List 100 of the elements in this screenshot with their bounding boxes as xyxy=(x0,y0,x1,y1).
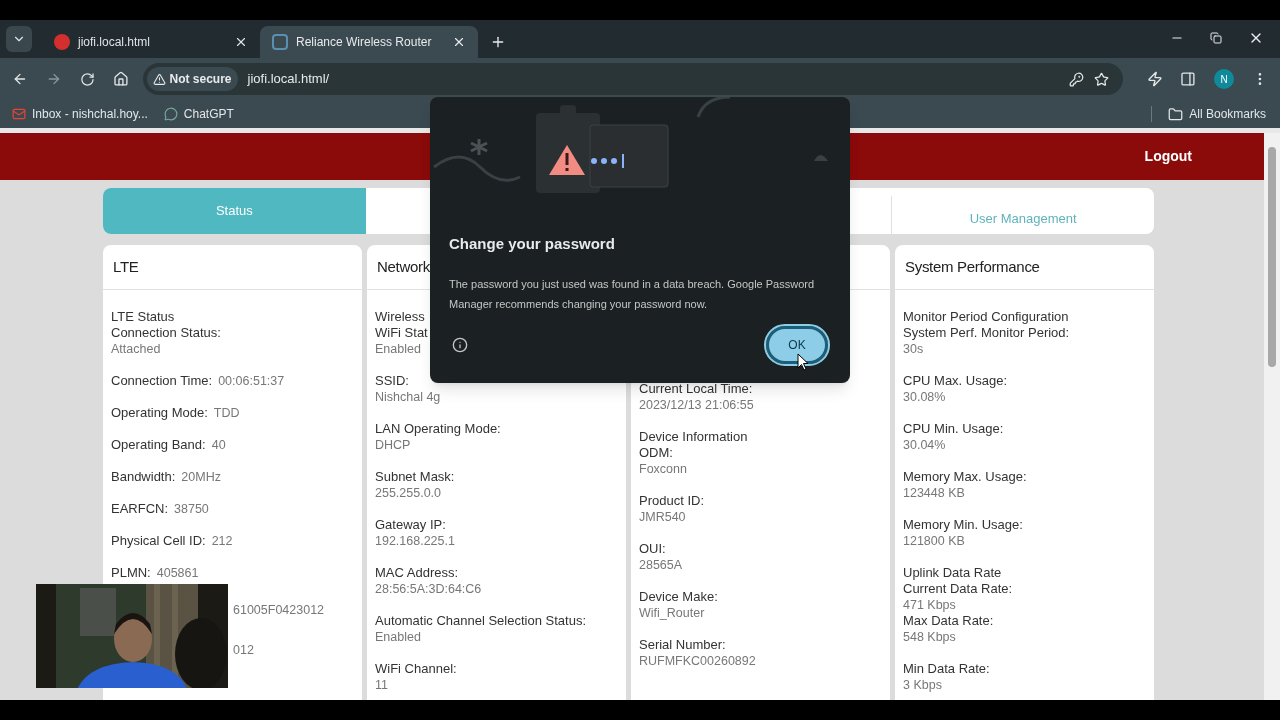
tab-search-button[interactable] xyxy=(6,26,32,52)
field-label: System Perf. Monitor Period: xyxy=(903,325,1070,341)
section-heading: Wireless xyxy=(375,309,425,325)
field-label: CPU Max. Usage: xyxy=(903,373,1008,389)
bookmark-star-icon[interactable] xyxy=(1093,71,1109,87)
field-value: 28565A xyxy=(639,557,683,573)
field-label: MAC Address: xyxy=(375,565,459,581)
field-value: JMR540 xyxy=(639,509,686,525)
field-label: Physical Cell ID: xyxy=(111,533,206,549)
field-label: CPU Min. Usage: xyxy=(903,421,1004,437)
field-value: 471 Kbps xyxy=(903,597,956,613)
field-label: EARFCN: xyxy=(111,501,169,517)
field-value: 61005F0423012 xyxy=(233,603,325,617)
field-value: 30.08% xyxy=(903,389,946,405)
browser-tab[interactable]: Reliance Wireless Router xyxy=(260,26,478,58)
field-value: 212 xyxy=(211,533,233,549)
warning-icon xyxy=(152,72,166,86)
info-icon[interactable] xyxy=(452,337,468,354)
side-panel-icon[interactable] xyxy=(1180,71,1197,87)
field-value: Wifi_Router xyxy=(639,605,705,621)
field-label: Operating Band: xyxy=(111,437,206,453)
field-label: WiFi Channel: xyxy=(375,661,457,677)
field-label: Gateway IP: xyxy=(375,517,446,533)
address-bar[interactable]: Not secure jiofi.local.html/ xyxy=(142,63,1123,95)
key-icon[interactable] xyxy=(1068,71,1084,87)
field-label: Memory Min. Usage: xyxy=(903,517,1023,533)
close-icon[interactable] xyxy=(452,35,466,49)
field-label: Operating Mode: xyxy=(111,405,208,421)
field-value: 20MHz xyxy=(181,469,221,485)
back-icon[interactable] xyxy=(12,71,28,87)
field-value: 012 xyxy=(233,643,254,657)
scrollbar-thumb[interactable] xyxy=(1268,147,1276,367)
field-value: 00:06:51:37 xyxy=(218,373,285,389)
field-label: Connection Status: xyxy=(111,325,221,341)
field-value: 40 xyxy=(211,437,226,453)
url-text: jiofi.local.html/ xyxy=(247,70,331,89)
field-value: DHCP xyxy=(375,437,411,453)
extension-icon[interactable] xyxy=(1146,71,1163,87)
field-label: Max Data Rate: xyxy=(903,613,994,629)
mail-icon xyxy=(12,107,26,121)
section-heading: Device Information xyxy=(639,429,748,445)
card-title: System Performance xyxy=(905,256,1040,277)
section-heading: Monitor Period Configuration xyxy=(903,309,1069,325)
field-value: Foxconn xyxy=(639,461,687,477)
field-value: 3 Kbps xyxy=(903,677,942,693)
field-label: LAN Operating Mode: xyxy=(375,421,501,437)
field-value: 28:56:5A:3D:64:C6 xyxy=(375,581,482,597)
field-value: RUFMFKC00260892 xyxy=(639,653,756,669)
new-tab-icon[interactable] xyxy=(490,34,506,50)
bookmark-item[interactable]: Inbox - nishchal.hoy... xyxy=(12,105,148,123)
bookmark-item[interactable]: ChatGPT xyxy=(163,105,234,123)
field-label: Connection Time: xyxy=(111,373,213,389)
field-label: Memory Max. Usage: xyxy=(903,469,1027,485)
home-icon[interactable] xyxy=(112,71,129,87)
field-value: 405861 xyxy=(156,565,199,581)
field-value: Attached xyxy=(111,341,161,357)
logo-icon xyxy=(54,34,70,50)
field-label: Subnet Mask: xyxy=(375,469,455,485)
field-label: Device Make: xyxy=(639,589,718,605)
field-value: 192.168.225.1 xyxy=(375,533,455,549)
field-value: 30s xyxy=(903,341,924,357)
field-label: Product ID: xyxy=(639,493,705,509)
close-icon[interactable] xyxy=(234,35,248,49)
page-icon xyxy=(272,34,288,50)
dialog-title: Change your password xyxy=(448,234,616,254)
field-label: Current Data Rate: xyxy=(903,581,1013,597)
field-label: Bandwidth: xyxy=(111,469,176,485)
field-value: 2023/12/13 21:06:55 xyxy=(639,397,754,413)
field-label: OUI: xyxy=(639,541,666,557)
dialog-message: The password you just used was found in a data breach. Google Password Manager recommends changing your password now. xyxy=(448,276,816,312)
field-label: Current Local Time: xyxy=(639,381,753,397)
field-value: 11 xyxy=(375,677,388,693)
field-value: Enabled xyxy=(375,341,421,357)
field-label: ODM: xyxy=(639,445,673,461)
field-value: 30.04% xyxy=(903,437,946,453)
logout-link[interactable]: Logout xyxy=(1144,146,1192,167)
field-label: Automatic Channel Selection Status: xyxy=(375,613,586,629)
security-chip[interactable]: Not secure xyxy=(146,67,238,91)
field-value: TDD xyxy=(213,405,240,421)
field-value: Nishchal 4g xyxy=(375,389,441,405)
field-value: 121800 KB xyxy=(903,533,965,549)
field-value: 255.255.0.0 xyxy=(375,485,442,501)
field-label: Serial Number: xyxy=(639,637,726,653)
field-value: 548 Kbps xyxy=(903,629,956,645)
field-value: Enabled xyxy=(375,629,421,645)
field-label: SSID: xyxy=(375,373,409,389)
ok-button[interactable]: OK xyxy=(766,326,828,365)
section-heading: Uplink Data Rate xyxy=(903,565,1002,581)
field-value: 38750 xyxy=(174,501,209,517)
section-heading: LTE Status xyxy=(111,309,175,325)
chat-icon xyxy=(163,107,178,121)
all-bookmarks-item[interactable]: All Bookmarks xyxy=(1168,105,1266,123)
profile-avatar[interactable]: N xyxy=(1214,69,1235,89)
field-label: PLMN: xyxy=(111,565,151,581)
browser-tab[interactable]: jiofi.local.html xyxy=(42,26,260,58)
card-title: Network xyxy=(377,256,430,277)
card-title: LTE xyxy=(113,256,139,277)
cursor-icon xyxy=(797,353,809,371)
reload-icon[interactable] xyxy=(79,71,95,87)
restore-icon[interactable] xyxy=(1210,32,1222,44)
